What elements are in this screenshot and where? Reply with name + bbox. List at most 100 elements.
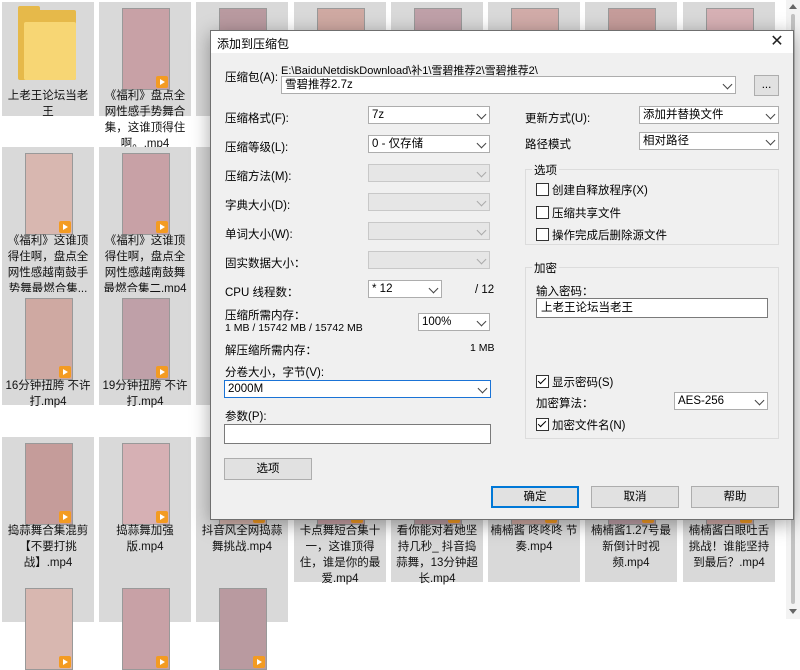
- enc-method-value: AES-256: [678, 395, 725, 407]
- checkbox-box[interactable]: [536, 206, 549, 219]
- path-mode-value: 相对路径: [643, 135, 689, 147]
- play-icon: [59, 656, 71, 668]
- update-value: 添加并替换文件: [643, 109, 724, 121]
- shared-checkbox[interactable]: 压缩共享文件: [536, 205, 621, 221]
- ok-button[interactable]: 确定: [491, 486, 579, 508]
- shared-label: 压缩共享文件: [552, 208, 621, 220]
- options-button[interactable]: 选项: [224, 458, 312, 480]
- chevron-down-icon: [754, 395, 765, 406]
- help-button[interactable]: 帮助: [691, 486, 779, 508]
- level-select[interactable]: 0 - 仅存储: [368, 135, 490, 153]
- word-label: 单词大小(W):: [225, 229, 293, 241]
- format-select[interactable]: 7z: [368, 106, 490, 124]
- archive-label: 压缩包(A):: [225, 72, 279, 84]
- folder-item[interactable]: 上老王论坛当老王: [2, 2, 94, 118]
- split-size-combo[interactable]: 2000M: [224, 380, 491, 398]
- archive-name-combo[interactable]: 雪碧推荐2.7z: [281, 76, 736, 94]
- chevron-down-icon: [765, 109, 776, 120]
- play-icon: [156, 511, 168, 523]
- chevron-down-icon: [476, 109, 487, 120]
- solid-label: 固实数据大小：: [225, 258, 306, 270]
- mem-percent-value: 100%: [422, 316, 452, 328]
- video-thumbnail: [25, 153, 73, 235]
- video-file-item[interactable]: 16分钟扭胯 不许打.mp4: [2, 292, 94, 408]
- chevron-down-icon: [765, 135, 776, 146]
- options-group-title: 选项: [532, 162, 559, 178]
- file-name: 《福利》盘点全网性感手势舞合集，这谁顶得住啊。.mp4: [104, 90, 186, 150]
- chevron-down-icon: [476, 254, 487, 265]
- word-select: [368, 222, 490, 240]
- method-label: 压缩方法(M):: [225, 171, 292, 183]
- dict-label: 字典大小(D):: [225, 200, 291, 212]
- split-label: 分卷大小，字节(V):: [225, 367, 325, 379]
- solid-select: [368, 251, 490, 269]
- mem-decomp-value: 1 MB: [470, 342, 495, 354]
- chevron-down-icon: [722, 79, 733, 90]
- folder-icon: [18, 6, 76, 80]
- delete-source-checkbox[interactable]: 操作完成后删除源文件: [536, 227, 667, 243]
- file-name: 上老王论坛当老王: [7, 90, 89, 118]
- file-name: 卡点舞短合集十一，这谁顶得住，谁是你的最爱.mp4: [299, 525, 381, 585]
- checkbox-box[interactable]: [536, 228, 549, 241]
- params-label: 参数(P):: [225, 411, 267, 423]
- play-icon: [59, 366, 71, 378]
- video-file-item[interactable]: 19分钟扭胯 不许打.mp4: [99, 292, 191, 408]
- mem-comp-label: 压缩所需内存：: [225, 310, 306, 322]
- archive-name-value: 雪碧推荐2.7z: [285, 79, 353, 91]
- chevron-down-icon: [477, 383, 488, 394]
- encrypt-names-label: 加密文件名(N): [552, 420, 626, 432]
- file-name: 捣蒜舞加强版.mp4: [116, 525, 174, 553]
- video-file-item[interactable]: [196, 582, 288, 670]
- file-name: 楠楠酱白眼吐舌挑战！谁能坚持到最后？.mp4: [688, 525, 770, 569]
- video-file-item[interactable]: 《福利》这谁顶得住啊，盘点全网性感越南鼓手势舞最燃合集...: [2, 147, 94, 295]
- show-password-label: 显示密码(S): [552, 377, 614, 389]
- split-size-value: 2000M: [228, 383, 264, 395]
- video-thumbnail: [122, 443, 170, 525]
- password-label: 输入密码：: [536, 286, 594, 298]
- scroll-down-icon[interactable]: [789, 609, 797, 614]
- sfx-checkbox[interactable]: 创建自释放程序(X): [536, 182, 648, 198]
- video-file-item[interactable]: 《福利》盘点全网性感手势舞合集，这谁顶得住啊。.mp4: [99, 2, 191, 150]
- video-file-item[interactable]: 《福利》这谁顶得住啊，盘点全网性感越南鼓舞最燃合集二.mp4: [99, 147, 191, 295]
- video-file-item[interactable]: [2, 582, 94, 670]
- play-icon: [59, 221, 71, 233]
- password-input[interactable]: 上老王论坛当老王: [536, 298, 768, 318]
- checkbox-checked[interactable]: [536, 418, 549, 431]
- path-mode-label: 路径模式: [525, 139, 571, 151]
- play-icon: [253, 656, 265, 668]
- checkbox-checked[interactable]: [536, 375, 549, 388]
- show-password-checkbox[interactable]: 显示密码(S): [536, 374, 613, 390]
- enc-method-select[interactable]: AES-256: [674, 392, 768, 410]
- chevron-down-icon: [476, 138, 487, 149]
- threads-select[interactable]: * 12: [368, 280, 442, 298]
- video-thumbnail: [122, 153, 170, 235]
- params-input[interactable]: [224, 424, 491, 444]
- level-value: 0 - 仅存储: [372, 138, 424, 150]
- video-thumbnail: [219, 588, 267, 670]
- mem-percent-select[interactable]: 100%: [418, 313, 490, 331]
- video-file-item[interactable]: 捣蒜舞合集混剪【不要打挑战】.mp4: [2, 437, 94, 582]
- update-select[interactable]: 添加并替换文件: [639, 106, 779, 124]
- enc-method-label: 加密算法：: [536, 398, 594, 410]
- path-mode-select[interactable]: 相对路径: [639, 132, 779, 150]
- dict-select: [368, 193, 490, 211]
- video-thumbnail: [122, 298, 170, 380]
- delete-source-label: 操作完成后删除源文件: [552, 230, 667, 242]
- close-icon[interactable]: ✕: [761, 31, 793, 53]
- video-file-item[interactable]: [99, 582, 191, 670]
- video-thumbnail: [122, 588, 170, 670]
- threads-total: / 12: [475, 284, 495, 296]
- chevron-down-icon: [476, 225, 487, 236]
- chevron-down-icon: [476, 196, 487, 207]
- scroll-up-icon[interactable]: [789, 4, 797, 9]
- checkbox-box[interactable]: [536, 183, 549, 196]
- sfx-label: 创建自释放程序(X): [552, 185, 648, 197]
- format-label: 压缩格式(F):: [225, 113, 289, 125]
- cancel-button[interactable]: 取消: [591, 486, 679, 508]
- browse-button[interactable]: ...: [754, 75, 779, 96]
- encrypt-names-checkbox[interactable]: 加密文件名(N): [536, 417, 625, 433]
- video-file-item[interactable]: 捣蒜舞加强版.mp4: [99, 437, 191, 582]
- chevron-down-icon: [428, 283, 439, 294]
- file-name: 16分钟扭胯 不许打.mp4: [5, 380, 91, 408]
- method-select: [368, 164, 490, 182]
